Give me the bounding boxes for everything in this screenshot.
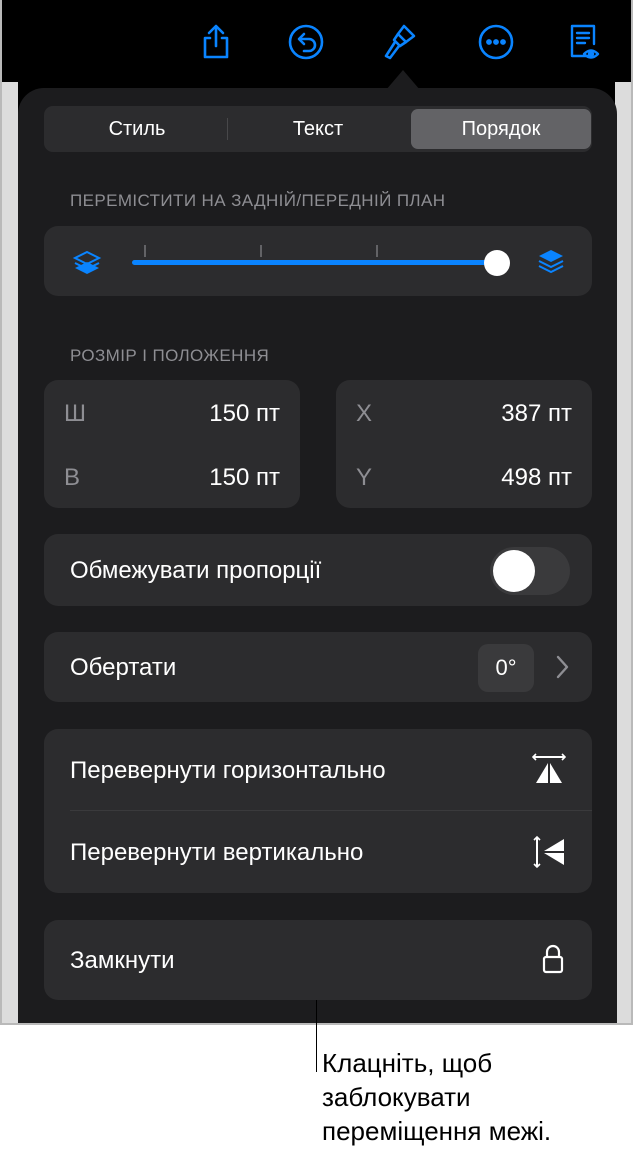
layers-back-icon[interactable] <box>72 248 102 278</box>
height-label: В <box>64 464 81 491</box>
tab-text[interactable]: Текст <box>228 109 408 149</box>
x-label: X <box>356 400 373 427</box>
segmented-control: Стиль Текст Порядок <box>44 106 592 152</box>
slider-track <box>132 260 496 265</box>
arrange-slider-card <box>44 226 592 296</box>
flip-horizontal-label: Перевернути горизонтально <box>70 757 386 784</box>
more-icon[interactable] <box>476 22 516 62</box>
size-position-section-label: РОЗМІР І ПОЛОЖЕННЯ <box>70 346 270 365</box>
app-window: Стиль Текст Порядок ПЕРЕМІСТИТИ НА ЗАДНІ… <box>0 0 633 1025</box>
callout-line-2: заблокувати <box>322 1082 471 1112</box>
height-value[interactable]: 150 пт <box>209 464 280 492</box>
slider-tick <box>376 245 378 257</box>
lock-row[interactable]: Замкнути <box>44 920 592 1000</box>
constrain-proportions-toggle[interactable] <box>490 547 570 595</box>
flip-vertical-icon <box>532 835 566 869</box>
toggle-knob <box>493 550 535 592</box>
arrange-section-label: ПЕРЕМІСТИТИ НА ЗАДНІЙ/ПЕРЕДНІЙ ПЛАН <box>70 191 446 210</box>
layers-front-icon[interactable] <box>536 246 566 276</box>
format-brush-icon[interactable] <box>380 22 420 62</box>
x-value[interactable]: 387 пт <box>501 400 572 428</box>
flip-vertical-row[interactable]: Перевернути вертикально <box>44 811 592 893</box>
share-icon[interactable] <box>196 22 236 62</box>
constrain-proportions-row: Обмежувати пропорції <box>44 534 592 606</box>
presenter-view-icon[interactable] <box>564 22 604 62</box>
constrain-proportions-label: Обмежувати пропорції <box>70 557 322 584</box>
popover-arrow <box>386 70 420 90</box>
tab-style[interactable]: Стиль <box>47 109 227 149</box>
y-label: Y <box>356 464 373 491</box>
position-card[interactable]: X 387 пт Y 498 пт <box>336 380 592 508</box>
y-value[interactable]: 498 пт <box>501 464 572 492</box>
callout-line-1: Клацніть, щоб <box>322 1048 493 1078</box>
canvas-edge-right <box>615 82 631 1023</box>
size-card[interactable]: Ш 150 пт В 150 пт <box>44 380 300 508</box>
canvas-edge-left <box>2 82 18 1023</box>
flip-card: Перевернути горизонтально Перевернути ве… <box>44 729 592 893</box>
slider-knob[interactable] <box>484 250 510 276</box>
rotate-row[interactable]: Обертати 0° <box>44 632 592 702</box>
lock-icon <box>542 944 564 974</box>
undo-icon[interactable] <box>286 22 326 62</box>
slider-tick <box>260 245 262 257</box>
lock-label: Замкнути <box>70 947 175 974</box>
format-popover: Стиль Текст Порядок ПЕРЕМІСТИТИ НА ЗАДНІ… <box>18 88 617 1023</box>
flip-vertical-label: Перевернути вертикально <box>70 839 364 866</box>
tab-arrange[interactable]: Порядок <box>411 109 591 149</box>
chevron-right-icon <box>552 654 572 680</box>
rotate-value[interactable]: 0° <box>478 644 534 692</box>
rotate-label: Обертати <box>70 654 177 681</box>
flip-horizontal-row[interactable]: Перевернути горизонтально <box>44 729 592 811</box>
width-value[interactable]: 150 пт <box>209 400 280 428</box>
width-label: Ш <box>64 400 86 427</box>
toolbar <box>2 0 631 82</box>
callout-text: Клацніть, щоб заблокувати переміщення ме… <box>322 1046 622 1148</box>
callout-line <box>316 1000 317 1072</box>
flip-horizontal-icon <box>531 753 567 785</box>
slider-tick <box>144 245 146 257</box>
callout-line-3: переміщення межі. <box>322 1116 552 1146</box>
